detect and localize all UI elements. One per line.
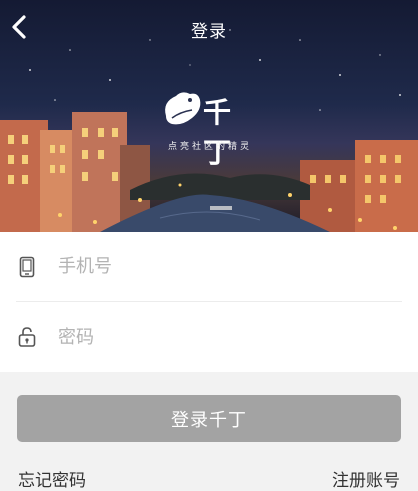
unlock-icon	[16, 326, 38, 348]
brand-logo: 千丁 点亮社区的精灵	[160, 88, 260, 169]
brand-name: 千丁	[203, 96, 233, 169]
brand-slogan: 点亮社区的精灵	[167, 142, 252, 152]
password-row	[16, 302, 402, 372]
hero-banner: 登录 千丁 点亮社区的精灵	[0, 0, 418, 232]
password-input[interactable]	[58, 326, 358, 348]
bird-logo-icon	[165, 92, 201, 125]
page-title: 登录	[191, 22, 227, 42]
login-button[interactable]: 登录千丁	[17, 395, 401, 442]
register-link[interactable]: 注册账号	[332, 466, 400, 491]
forgot-password-link[interactable]: 忘记密码	[18, 466, 86, 491]
phone-icon	[16, 256, 38, 278]
login-screen: 登录 千丁 点亮社区的精灵 手机号 登录千丁 忘记密码 注册账号	[0, 0, 418, 491]
phone-input[interactable]	[58, 256, 358, 277]
phone-row	[16, 232, 402, 302]
login-form	[0, 232, 418, 372]
